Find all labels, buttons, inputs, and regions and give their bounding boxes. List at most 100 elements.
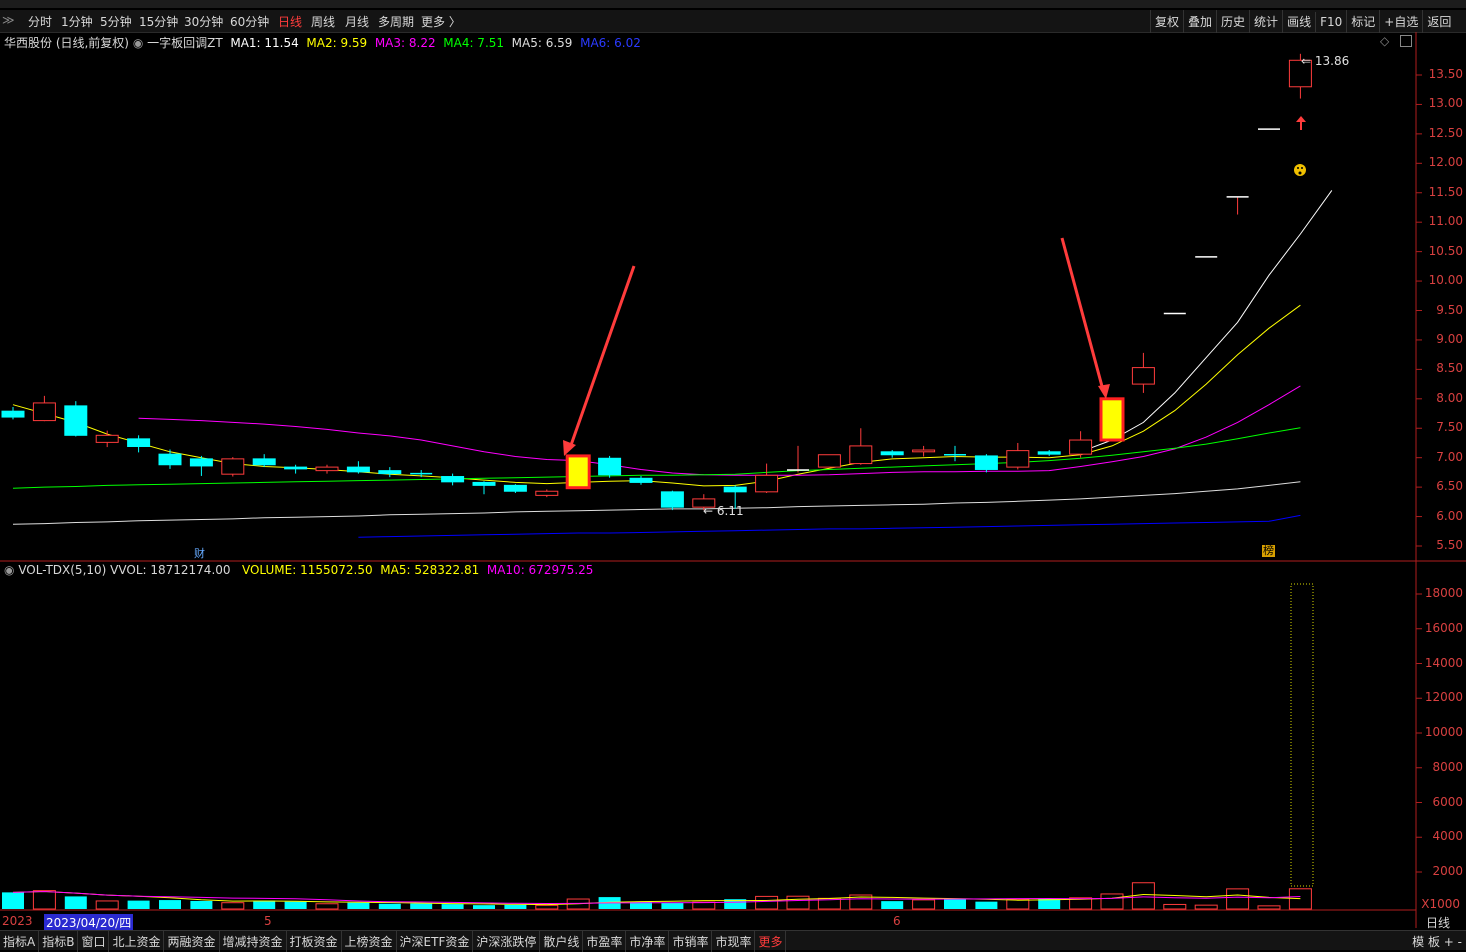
candlestick[interactable] <box>441 473 465 486</box>
candlestick[interactable] <box>565 454 591 490</box>
volume-bar <box>473 905 495 909</box>
price-axis-label: 6.50 <box>1436 479 1463 494</box>
period-tab-30min[interactable]: 30分钟 <box>184 13 223 30</box>
history-button[interactable]: 历史 <box>1216 10 1249 33</box>
candlestick[interactable] <box>252 454 276 468</box>
volume-bar <box>849 894 873 910</box>
draw-line-button[interactable]: 画线 <box>1282 10 1315 33</box>
price-axis-label: 10.00 <box>1428 273 1463 288</box>
stock-title[interactable]: 华西股份 (日线,前复权) <box>4 36 129 50</box>
volume-highlight-frame <box>1290 583 1314 887</box>
template-zoom-controls[interactable]: 模 板 + - <box>1412 933 1462 950</box>
top-menu-strip <box>0 0 1466 8</box>
candlestick[interactable] <box>974 454 998 473</box>
volume-bar <box>692 901 716 910</box>
volume-bar <box>1131 882 1155 910</box>
period-tab-multi[interactable]: 多周期 <box>378 13 414 30</box>
candlestick[interactable] <box>944 445 966 462</box>
candlestick[interactable] <box>221 457 245 477</box>
candlestick[interactable] <box>629 475 653 485</box>
candlestick[interactable] <box>1099 397 1125 442</box>
price-axis-label: 9.50 <box>1436 302 1463 317</box>
ma-line-ma3 <box>138 385 1301 476</box>
candlestick[interactable] <box>284 464 308 474</box>
candlestick[interactable] <box>64 401 88 437</box>
ma3-value: MA3: 8.22 <box>374 36 436 50</box>
volume-info-line: ◉ VOL-TDX(5,10) VVOL: 18712174.00 VOLUME… <box>4 563 593 577</box>
candlestick[interactable] <box>95 430 119 448</box>
rank-marker[interactable]: 榜 <box>1262 545 1275 557</box>
period-tab-weekly[interactable]: 周线 <box>311 13 335 30</box>
price-axis-label: 12.50 <box>1428 125 1463 140</box>
chevron-down-icon[interactable]: ◉ <box>4 563 14 577</box>
face-marker-icon[interactable] <box>1294 164 1306 176</box>
statistics-button[interactable]: 统计 <box>1249 10 1282 33</box>
period-tab-monthly[interactable]: 月线 <box>345 13 369 30</box>
volume-ma10-line <box>12 890 1301 905</box>
candlestick[interactable] <box>598 455 622 478</box>
candlestick[interactable] <box>378 467 402 478</box>
overlay-button[interactable]: 叠加 <box>1183 10 1216 33</box>
candlestick[interactable] <box>1 407 25 420</box>
finance-marker[interactable]: 财 <box>194 545 205 561</box>
mark-button[interactable]: 标记 <box>1346 10 1379 33</box>
volume-bar <box>817 897 841 910</box>
settings-circle-icon[interactable]: ◉ <box>133 36 143 50</box>
year-label: 2023 <box>2 914 33 928</box>
diamond-icon[interactable]: ◇ <box>1380 34 1389 48</box>
f10-button[interactable]: F10 <box>1315 12 1346 32</box>
volume-bar <box>1226 888 1250 910</box>
price-axis-label: 6.00 <box>1436 508 1463 523</box>
candlestick[interactable] <box>849 428 873 465</box>
volume-bar <box>1038 898 1061 909</box>
candlestick[interactable] <box>158 449 182 469</box>
candlestick[interactable] <box>787 445 809 473</box>
candlestick[interactable] <box>1037 450 1061 456</box>
candlestick[interactable] <box>1226 196 1249 215</box>
candlestick[interactable] <box>503 484 527 494</box>
period-tab-daily[interactable]: 日线 <box>278 13 302 30</box>
collapse-icon[interactable]: ≫ <box>2 13 15 27</box>
period-tab-60min[interactable]: 60分钟 <box>230 13 269 30</box>
period-tab-fenshi[interactable]: 分时 <box>28 13 52 30</box>
period-tab-1min[interactable]: 1分钟 <box>61 13 93 30</box>
candlestick[interactable] <box>127 435 151 453</box>
candlestick[interactable] <box>32 395 56 422</box>
candlestick[interactable] <box>315 464 339 474</box>
price-axis-label: 11.00 <box>1428 214 1463 229</box>
formula-name[interactable]: 一字板回调ZT <box>147 36 223 50</box>
volume-bar <box>221 902 245 910</box>
candlestick[interactable] <box>410 470 433 478</box>
period-tab-5min[interactable]: 5分钟 <box>100 13 132 30</box>
restore-rights-button[interactable]: 复权 <box>1150 10 1183 33</box>
candlestick[interactable] <box>880 450 904 458</box>
candlestick[interactable] <box>817 454 841 468</box>
period-tab-more[interactable]: 更多 〉 <box>421 13 461 30</box>
add-watchlist-button[interactable]: +自选 <box>1379 10 1422 33</box>
kline-chart[interactable] <box>0 0 1466 949</box>
period-tab-15min[interactable]: 15分钟 <box>139 13 178 30</box>
ma-line-ma1 <box>1080 190 1333 453</box>
candlestick[interactable] <box>472 481 496 495</box>
candlestick[interactable] <box>1006 442 1030 470</box>
volume-value: VOLUME: 1155072.50 <box>241 563 373 577</box>
candlestick[interactable] <box>1131 352 1155 393</box>
volume-bar <box>95 900 119 910</box>
volume-axis-label: 12000 <box>1424 690 1463 705</box>
ma5-value: MA5: 6.59 <box>511 36 573 50</box>
candlestick[interactable] <box>189 455 213 476</box>
candlestick[interactable] <box>755 463 779 494</box>
back-button[interactable]: 返回 <box>1422 10 1455 33</box>
volume-axis-label: 18000 <box>1424 586 1463 600</box>
candlestick[interactable] <box>535 489 559 498</box>
volume-bar <box>1006 898 1030 910</box>
volume-unit-label: X1000 <box>1421 897 1460 911</box>
maximize-icon[interactable] <box>1400 35 1412 47</box>
price-axis-label: 13.00 <box>1428 96 1463 111</box>
volume-bar <box>190 900 213 909</box>
candlestick[interactable] <box>912 445 936 457</box>
candlestick[interactable] <box>1069 431 1093 458</box>
candlestick[interactable] <box>346 461 370 474</box>
candlestick[interactable] <box>660 490 684 511</box>
volume-indicator-name[interactable]: VOL-TDX(5,10) <box>18 563 106 577</box>
